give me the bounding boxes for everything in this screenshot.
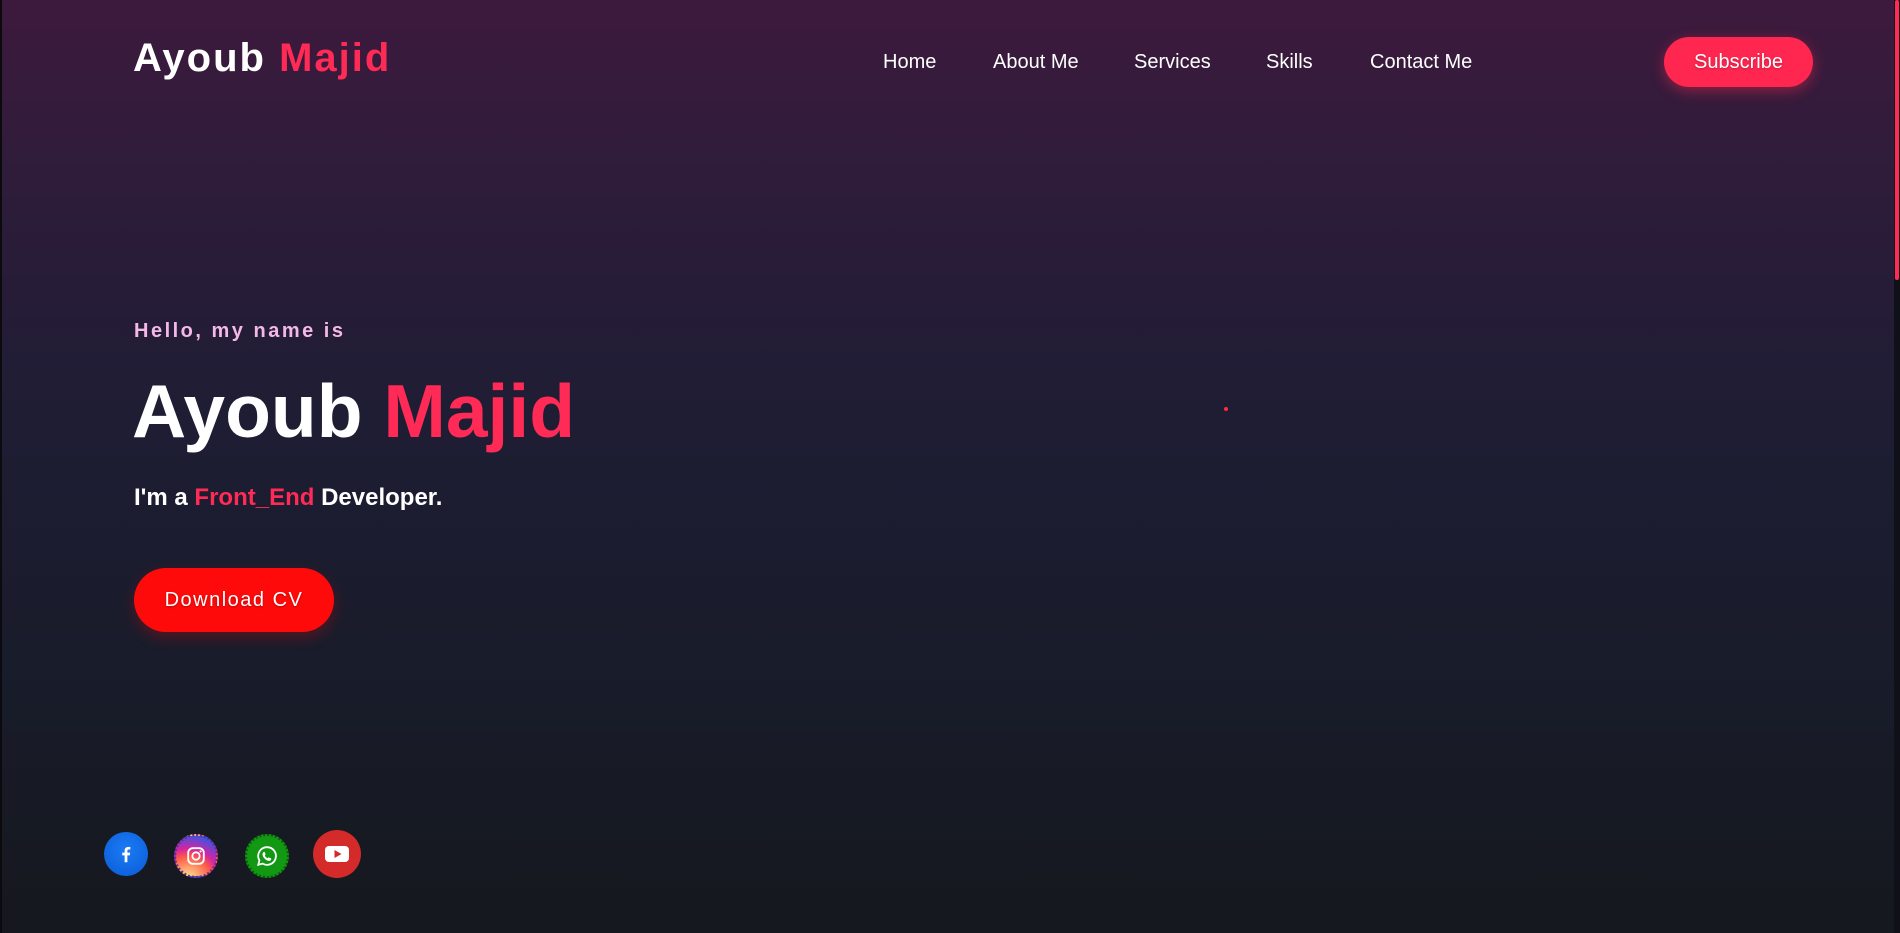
hero-greeting: Hello, my name is bbox=[134, 320, 346, 342]
nav-contact-me[interactable]: Contact Me bbox=[1370, 51, 1472, 74]
page-left-edge bbox=[0, 0, 2, 933]
whatsapp-glyph bbox=[257, 846, 277, 866]
role-highlight: Front_End bbox=[194, 484, 315, 511]
instagram-icon[interactable] bbox=[174, 834, 218, 878]
facebook-glyph bbox=[122, 846, 131, 863]
nav-skills[interactable]: Skills bbox=[1266, 51, 1313, 74]
logo-last-name: Majid bbox=[279, 36, 392, 80]
scrollbar-thumb[interactable] bbox=[1895, 0, 1899, 280]
subscribe-button[interactable]: Subscribe bbox=[1664, 37, 1813, 87]
youtube-glyph bbox=[325, 846, 349, 862]
hero-last-name: Majid bbox=[383, 369, 576, 453]
role-prefix: I'm a bbox=[134, 484, 188, 511]
nav-about-me[interactable]: About Me bbox=[993, 51, 1079, 74]
site-logo[interactable]: Ayoub Majid bbox=[133, 36, 391, 81]
decorative-dot bbox=[1224, 407, 1228, 411]
nav-services[interactable]: Services bbox=[1134, 51, 1211, 74]
hero-first-name: Ayoub bbox=[132, 369, 363, 453]
facebook-icon[interactable] bbox=[104, 832, 148, 876]
role-suffix: Developer. bbox=[321, 484, 443, 511]
whatsapp-icon[interactable] bbox=[245, 834, 289, 878]
youtube-icon[interactable] bbox=[313, 830, 361, 878]
instagram-glyph bbox=[187, 847, 205, 865]
page-scrollbar[interactable] bbox=[1894, 0, 1900, 933]
logo-first-name: Ayoub bbox=[133, 36, 266, 80]
nav-home[interactable]: Home bbox=[883, 51, 936, 74]
hero-role: I'm a Front_End Developer. bbox=[134, 484, 442, 512]
hero-name: Ayoub Majid bbox=[132, 370, 575, 453]
download-cv-button[interactable]: Download CV bbox=[134, 568, 334, 632]
